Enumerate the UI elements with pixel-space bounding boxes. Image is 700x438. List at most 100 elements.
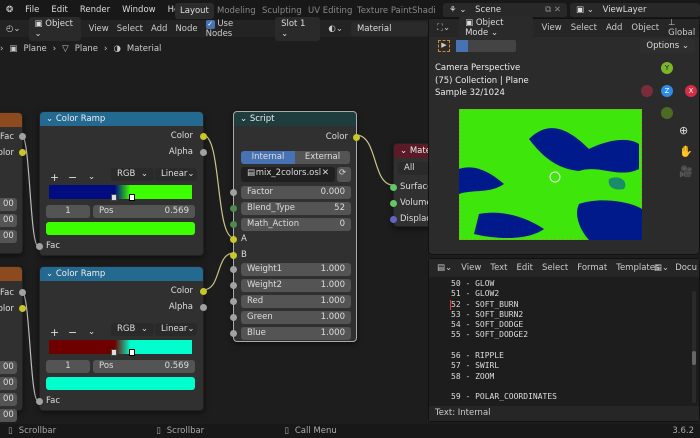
color-stop-handle-active[interactable]: [129, 349, 135, 356]
menu-select[interactable]: Select: [571, 23, 597, 33]
text-name-field[interactable]: Docu: [675, 263, 697, 273]
color-ramp-bar[interactable]: [49, 185, 192, 199]
partial-node-bottom[interactable]: Fac Color 00 00 00 00: [0, 266, 23, 422]
editor-type-icon[interactable]: ⛶⌄: [437, 23, 450, 33]
stop-index-field[interactable]: 1: [46, 360, 90, 373]
script-param-green[interactable]: Green 1.000: [241, 311, 351, 324]
node-header[interactable]: ⌄ Script: [234, 112, 356, 126]
script-node[interactable]: ⌄ Script Color Internal External ▤ mix_2c…: [230, 111, 360, 342]
selection-mode-buttons[interactable]: [456, 40, 516, 52]
color-mode-dropdown[interactable]: RGB ⌄: [111, 323, 154, 336]
value-field[interactable]: 00: [0, 198, 17, 211]
scrollbar-thumb[interactable]: [692, 351, 696, 365]
text-content[interactable]: 50 - GLOW 51 - GLOW2 52 - SOFT_BURN 53 - SO…: [451, 279, 557, 403]
viewport-3d[interactable]: ⛶⌄ ▣ Object Mode ⌄ View Select Add Objec…: [428, 16, 700, 255]
value-field[interactable]: 00: [0, 377, 17, 390]
remove-stop-button[interactable]: −: [68, 171, 77, 184]
param-socket[interactable]: [230, 282, 237, 289]
value-field[interactable]: 00: [0, 230, 17, 243]
input-a-socket[interactable]: [230, 236, 237, 243]
script-param-blend_type[interactable]: Blend_Type 52: [241, 202, 351, 215]
param-socket[interactable]: [230, 298, 237, 305]
output-color-socket[interactable]: [353, 134, 360, 141]
param-socket[interactable]: [230, 314, 237, 321]
ramp-menu-chevron-icon[interactable]: ⌄: [88, 172, 95, 182]
param-socket[interactable]: [230, 205, 237, 212]
param-socket[interactable]: [230, 189, 237, 196]
output-color-socket[interactable]: [200, 288, 207, 295]
socket[interactable]: [19, 289, 26, 296]
socket[interactable]: [19, 149, 26, 156]
color-ramp-node[interactable]: ⌄ Color Ramp Color Alpha + − ⌄ RGB ⌄ Line…: [36, 111, 207, 256]
options-dropdown[interactable]: Options ⌄: [640, 39, 695, 53]
interpolation-dropdown[interactable]: Linear ⌄: [155, 323, 197, 336]
script-param-factor[interactable]: Factor 0.000: [241, 186, 351, 199]
tab-external[interactable]: External: [295, 151, 350, 164]
color-stop-handle[interactable]: [111, 349, 117, 356]
script-param-weight1[interactable]: Weight1 1.000: [241, 263, 351, 276]
script-param-red[interactable]: Red 1.000: [241, 295, 351, 308]
gizmo-neg-x-axis[interactable]: [641, 85, 653, 97]
view-layer-selector[interactable]: ▣ ⌄ ViewLayer: [570, 3, 700, 17]
text-browse-icon[interactable]: ▤⌄: [654, 263, 669, 273]
script-param-blue[interactable]: Blue 1.000: [241, 327, 351, 340]
socket[interactable]: [19, 305, 26, 312]
param-socket[interactable]: [230, 266, 237, 273]
socket[interactable]: [19, 133, 26, 140]
select-new-icon[interactable]: [456, 40, 468, 52]
zoom-icon[interactable]: ⊕: [679, 124, 688, 137]
input-fac-socket[interactable]: [36, 243, 43, 250]
input-surface-socket[interactable]: [390, 184, 397, 191]
output-alpha-socket[interactable]: [200, 149, 207, 156]
stop-color-swatch[interactable]: [46, 377, 195, 390]
input-b-socket[interactable]: [230, 252, 237, 259]
input-volume-socket[interactable]: [390, 200, 397, 207]
text-editor[interactable]: ▤⌄ View Text Edit Select Format Template…: [428, 258, 700, 422]
interpolation-dropdown[interactable]: Linear ⌄: [155, 168, 197, 181]
gizmo-y-axis[interactable]: Y: [661, 62, 673, 74]
material-output-node[interactable]: ⌄ Mate All Surface Volume Displace: [390, 143, 438, 227]
menu-format[interactable]: Format: [577, 263, 607, 273]
color-stop-handle[interactable]: [111, 194, 117, 201]
menu-text[interactable]: Text: [490, 263, 507, 273]
menu-add[interactable]: Add: [606, 23, 622, 33]
value-field[interactable]: 00: [0, 393, 17, 406]
color-ramp-node[interactable]: ⌄ Color Ramp Color Alpha + − ⌄ RGB ⌄ Line…: [36, 266, 207, 411]
input-fac-socket[interactable]: [36, 398, 43, 405]
orientation-dropdown[interactable]: ⊥ Global: [668, 18, 699, 38]
camera-view-icon[interactable]: 🎥: [679, 165, 693, 178]
reload-script-button[interactable]: ⟳: [337, 167, 351, 182]
pan-hand-icon[interactable]: ✋: [679, 145, 693, 158]
menu-select[interactable]: Select: [542, 263, 568, 273]
vertical-scrollbar[interactable]: [692, 291, 696, 403]
value-field[interactable]: 00: [0, 361, 17, 374]
clear-icon[interactable]: ✕: [322, 167, 329, 182]
stop-color-swatch[interactable]: [46, 222, 195, 235]
color-mode-dropdown[interactable]: RGB ⌄: [111, 168, 154, 181]
menu-view[interactable]: View: [461, 263, 481, 273]
scene-selector[interactable]: ⚘ ⌄ Scene ⧉ ✕: [443, 3, 567, 17]
value-field[interactable]: 00: [0, 214, 17, 227]
menu-edit[interactable]: Edit: [517, 263, 533, 273]
script-param-weight2[interactable]: Weight2 1.000: [241, 279, 351, 292]
param-socket[interactable]: [230, 330, 237, 337]
gizmo-x-axis[interactable]: X: [685, 85, 697, 97]
select-tool-icon[interactable]: ▶: [438, 40, 450, 52]
value-field[interactable]: 00: [0, 409, 17, 422]
script-file-field[interactable]: ▤ mix_2colors.osl ✕: [241, 167, 335, 182]
menu-view[interactable]: View: [542, 23, 562, 33]
add-stop-button[interactable]: +: [50, 171, 59, 184]
node-header[interactable]: ⌄ Mate: [394, 144, 432, 158]
node-header[interactable]: ⌄ Color Ramp: [40, 267, 203, 281]
input-displacement-socket[interactable]: [390, 216, 397, 223]
color-stop-handle-active[interactable]: [129, 194, 135, 201]
param-socket[interactable]: [230, 221, 237, 228]
node-header[interactable]: ⌄ Color Ramp: [40, 112, 203, 126]
output-alpha-socket[interactable]: [200, 304, 207, 311]
add-stop-button[interactable]: +: [50, 326, 59, 339]
stop-position-field[interactable]: Pos 0.569: [93, 205, 195, 218]
pin-icon[interactable]: ⧉ ✕: [545, 5, 561, 15]
color-ramp-bar[interactable]: [49, 340, 192, 354]
stop-index-field[interactable]: 1: [46, 205, 90, 218]
mode-dropdown[interactable]: ▣ Object Mode ⌄: [459, 16, 533, 40]
